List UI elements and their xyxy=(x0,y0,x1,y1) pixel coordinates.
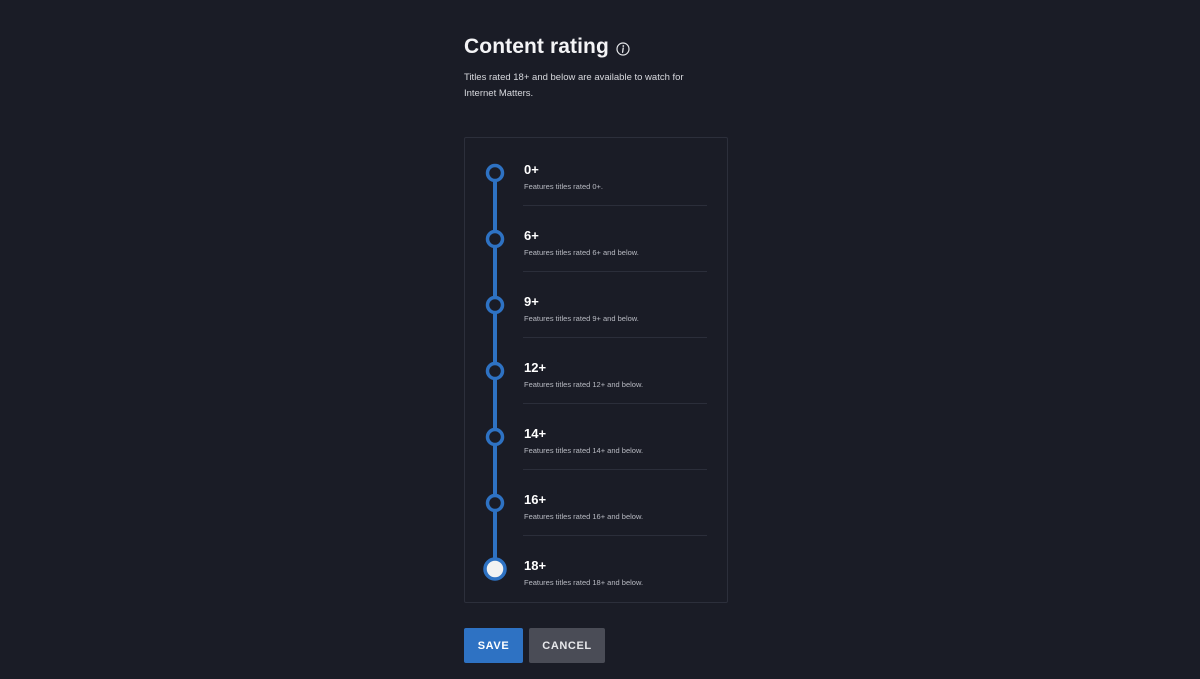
rating-option-label: 18+ xyxy=(524,558,547,573)
rating-option[interactable]: 16+ Features titles rated 16+ and below. xyxy=(523,470,707,536)
info-icon[interactable] xyxy=(616,41,630,56)
rating-option-description: Features titles rated 9+ and below. xyxy=(524,314,639,323)
rating-option-label: 14+ xyxy=(524,426,547,441)
rating-node[interactable] xyxy=(485,295,505,315)
rating-option-description: Features titles rated 14+ and below. xyxy=(524,446,644,455)
rating-option-label: 0+ xyxy=(524,162,539,177)
rating-option[interactable]: 9+ Features titles rated 9+ and below. xyxy=(523,272,707,338)
cancel-button[interactable]: CANCEL xyxy=(529,628,605,663)
rating-option-label: 16+ xyxy=(524,492,547,507)
rating-option[interactable]: 0+ Features titles rated 0+. xyxy=(523,140,707,206)
page-title: Content rating xyxy=(464,35,609,58)
rating-option[interactable]: 18+ Features titles rated 18+ and below. xyxy=(523,536,707,602)
rating-option-description: Features titles rated 0+. xyxy=(524,182,603,191)
title-row: Content rating xyxy=(464,34,734,60)
content-rating-section: Content rating Titles rated 18+ and belo… xyxy=(464,34,734,663)
rating-node[interactable] xyxy=(485,229,505,249)
action-bar: SAVE CANCEL xyxy=(464,628,605,663)
rating-option[interactable]: 14+ Features titles rated 14+ and below. xyxy=(523,404,707,470)
rating-option-label: 9+ xyxy=(524,294,539,309)
rating-node[interactable] xyxy=(485,361,505,381)
page-subtitle: Titles rated 18+ and below are available… xyxy=(464,72,684,99)
rating-option-description: Features titles rated 18+ and below. xyxy=(524,578,644,587)
rating-option-description: Features titles rated 12+ and below. xyxy=(524,380,644,389)
rating-option-label: 6+ xyxy=(524,228,539,243)
rating-option-description: Features titles rated 16+ and below. xyxy=(524,512,644,521)
content-rating-page: Content rating Titles rated 18+ and belo… xyxy=(0,0,1200,679)
rating-node[interactable] xyxy=(483,557,507,581)
rating-node[interactable] xyxy=(485,427,505,447)
rating-node[interactable] xyxy=(485,493,505,513)
rating-slider-panel: 0+ Features titles rated 0+. 6+ Features ti… xyxy=(464,137,728,603)
rating-option-label: 12+ xyxy=(524,360,547,375)
rating-option[interactable]: 12+ Features titles rated 12+ and below. xyxy=(523,338,707,404)
rating-node[interactable] xyxy=(485,163,505,183)
rating-track[interactable] xyxy=(465,138,525,604)
rating-option[interactable]: 6+ Features titles rated 6+ and below. xyxy=(523,206,707,272)
rating-option-description: Features titles rated 6+ and below. xyxy=(524,248,639,257)
save-button[interactable]: SAVE xyxy=(464,628,523,663)
